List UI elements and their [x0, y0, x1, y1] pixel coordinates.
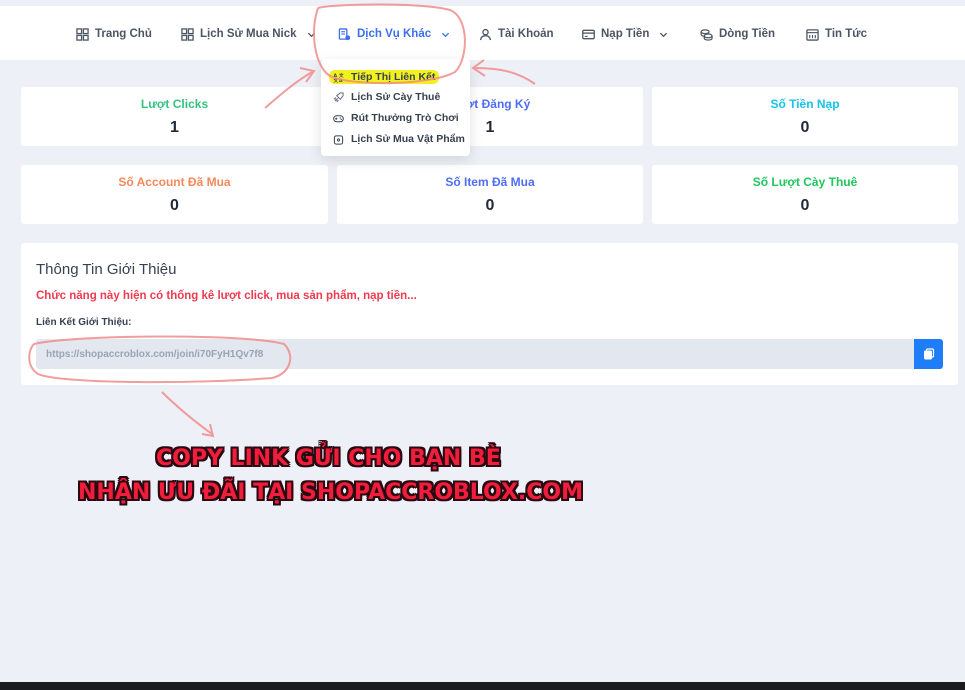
- panel-description: Chức năng này hiện có thống kê lượt clic…: [36, 290, 417, 302]
- user-icon: [479, 28, 492, 41]
- stat-card-clicks: Lượt Clicks 1: [21, 87, 328, 146]
- stat-value: 1: [170, 119, 179, 136]
- stat-label: Số Account Đã Mua: [118, 175, 231, 189]
- chevron-down-icon: [441, 30, 450, 39]
- nav-item-trang-chu[interactable]: Trang Chủ: [76, 25, 152, 43]
- card-icon: [582, 28, 595, 41]
- stat-card-items-bought: Số Item Đã Mua 0: [337, 165, 643, 224]
- services-dropdown-menu: A文文A Tiếp Thị Liên Kết Lịch Sử Cày Thuê …: [321, 59, 470, 156]
- nav-label: Tin Tức: [825, 28, 867, 40]
- nav-item-tin-tuc[interactable]: Tin Tức: [806, 25, 867, 43]
- gamepad-icon: [333, 113, 344, 124]
- promo-text-line-2: NHẬN ƯU ĐÃI TẠI SHOPACCROBLOX.COM: [78, 480, 584, 505]
- stat-card-boosting-count: Số Lượt Cày Thuê 0: [652, 165, 958, 224]
- promo-text-line-1: COPY LINK GỬI CHO BẠN BÈ: [156, 446, 501, 471]
- box-icon: [333, 134, 344, 145]
- copy-icon: [923, 348, 935, 360]
- dropdown-item-lich-su-cay-thue[interactable]: Lịch Sử Cày Thuê: [333, 90, 440, 104]
- grid-icon: [181, 27, 194, 41]
- stat-card-accounts-bought: Số Account Đã Mua 0: [21, 165, 328, 224]
- top-nav: Trang Chủ Lịch Sử Mua Nick Dịch Vụ Khác …: [0, 6, 965, 60]
- svg-text:A: A: [339, 78, 343, 83]
- grid-icon: [76, 27, 89, 41]
- stat-label: Số Lượt Cày Thuê: [752, 175, 858, 189]
- referral-link-input[interactable]: [36, 339, 914, 369]
- calendar-icon: [806, 28, 819, 41]
- referral-info-panel: Thông Tin Giới Thiệu Chức năng này hiện …: [21, 243, 958, 385]
- stat-label: Số Tiền Nạp: [770, 97, 840, 111]
- nav-item-lich-su-mua-nick[interactable]: Lịch Sử Mua Nick: [181, 25, 316, 43]
- nav-label: Dịch Vụ Khác: [357, 28, 432, 40]
- referral-link-label: Liên Kết Giới Thiệu:: [36, 317, 132, 328]
- nav-item-tai-khoan[interactable]: Tài Khoản: [479, 25, 554, 43]
- nav-label: Lịch Sử Mua Nick: [200, 28, 297, 40]
- nav-label: Trang Chủ: [95, 28, 152, 40]
- translate-icon: A文文A: [333, 72, 344, 83]
- stat-value: 0: [800, 119, 810, 136]
- nav-item-nap-tien[interactable]: Nạp Tiền: [582, 25, 668, 43]
- stat-value: 0: [170, 197, 179, 214]
- stat-label: Lượt Clicks: [140, 97, 209, 111]
- dropdown-item-lich-su-mua-vat-pham[interactable]: Lịch Sử Mua Vật Phẩm: [333, 132, 465, 146]
- nav-label: Tài Khoản: [498, 28, 554, 40]
- stat-card-deposit: Số Tiền Nạp 0: [652, 87, 958, 146]
- dropdown-item-rut-thuong-tro-choi[interactable]: Rút Thưởng Trò Chơi: [333, 111, 459, 125]
- dropdown-item-label: Lịch Sử Mua Vật Phẩm: [351, 133, 465, 145]
- stat-value: 0: [800, 197, 810, 214]
- chevron-down-icon: [659, 30, 668, 39]
- dropdown-item-label: Tiếp Thị Liên Kết: [351, 71, 436, 83]
- svg-text:A: A: [333, 72, 337, 78]
- services-icon: [338, 27, 351, 41]
- bottom-taskbar-edge: [0, 682, 965, 690]
- nav-label: Dòng Tiền: [719, 28, 776, 40]
- nav-label: Nạp Tiền: [601, 28, 650, 40]
- nav-item-dong-tien[interactable]: Dòng Tiền: [700, 25, 775, 43]
- panel-title: Thông Tin Giới Thiệu: [36, 261, 177, 278]
- dropdown-item-tiep-thi-lien-ket[interactable]: A文文A Tiếp Thị Liên Kết: [329, 70, 440, 84]
- dropdown-item-label: Rút Thưởng Trò Chơi: [351, 112, 459, 124]
- stat-label: Số Item Đã Mua: [445, 175, 535, 189]
- svg-text:文: 文: [339, 72, 344, 79]
- copy-link-button[interactable]: [914, 339, 943, 369]
- stat-value: 0: [485, 197, 495, 214]
- coins-icon: [700, 28, 713, 41]
- chevron-down-icon: [307, 30, 316, 39]
- nav-item-dich-vu-khac[interactable]: Dịch Vụ Khác: [338, 25, 450, 43]
- rocket-icon: [333, 91, 344, 103]
- dropdown-item-label: Lịch Sử Cày Thuê: [351, 91, 441, 103]
